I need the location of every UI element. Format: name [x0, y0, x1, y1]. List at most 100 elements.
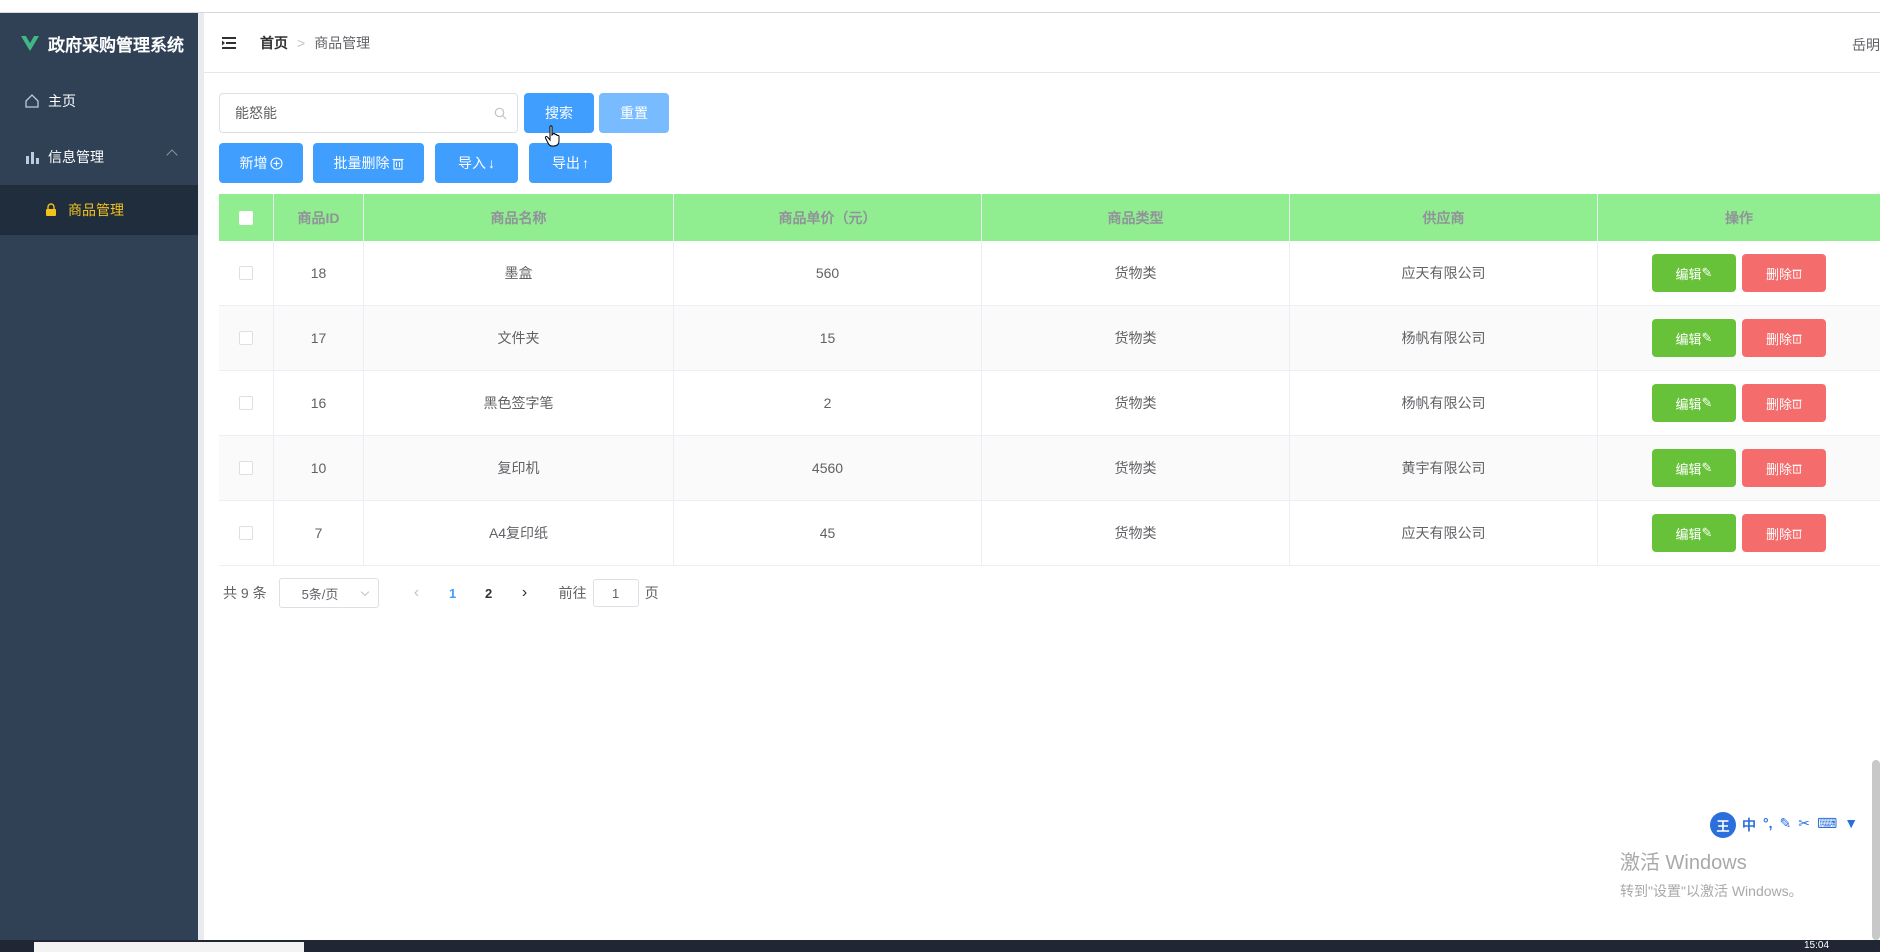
sidebar-item-product-management[interactable]: 商品管理 — [0, 185, 198, 235]
sidebar-item-label: 主页 — [48, 93, 76, 109]
windows-activation-watermark: 激活 Windows 转到"设置"以激活 Windows。 — [1620, 852, 1803, 899]
taskbar-search[interactable] — [34, 942, 304, 952]
app-brand[interactable]: 政府采购管理系统 — [0, 13, 198, 73]
chevron-up-icon — [166, 149, 178, 161]
row-checkbox[interactable] — [239, 266, 253, 280]
page-number[interactable]: 2 — [471, 586, 507, 601]
row-checkbox[interactable] — [239, 396, 253, 410]
ime-toolbar: 王 中 °, ✎ ✂ ⌨ ▼ — [1710, 810, 1880, 840]
shirt-icon[interactable]: ▼ — [1844, 815, 1858, 835]
delete-button[interactable]: 删除 — [1742, 319, 1826, 357]
trash-icon — [392, 158, 403, 170]
column-header: 商品类型 — [982, 194, 1290, 241]
taskbar-clock: 15:04 — [1804, 940, 1830, 951]
pagination: 共 9 条 5条/页 ‹ 1 2 › 前往 1 页 — [223, 578, 659, 608]
trash-icon — [1792, 269, 1802, 279]
hand-cursor-icon — [544, 125, 560, 147]
page-jumper: 前往 1 页 — [559, 579, 659, 607]
edit-button[interactable]: 编辑 ✎ — [1652, 514, 1736, 552]
prev-page-button[interactable]: ‹ — [399, 584, 435, 602]
arrow-down-icon: ↓ — [488, 155, 495, 171]
pencil-icon: ✎ — [1701, 460, 1713, 475]
cell-type: 货物类 — [982, 501, 1290, 565]
breadcrumb-separator: > — [297, 34, 306, 51]
breadcrumb-current: 商品管理 — [314, 34, 371, 51]
cell-id: 10 — [274, 436, 364, 500]
page-number[interactable]: 1 — [435, 586, 471, 601]
column-header: 商品名称 — [364, 194, 674, 241]
breadcrumb-home[interactable]: 首页 — [260, 33, 288, 53]
product-table: 商品ID 商品名称 商品单价（元） 商品类型 供应商 操作 18 墨盒 560 … — [219, 194, 1880, 566]
add-button[interactable]: 新增 — [219, 143, 303, 183]
edit-button[interactable]: 编辑 ✎ — [1652, 319, 1736, 357]
main-content: 能怒能 搜索 重置 新增 批量删除 导入 ↓ 导出 ↑ 商品ID 商品名称 商品… — [219, 73, 1880, 940]
pen-icon[interactable]: ✎ — [1780, 815, 1792, 835]
select-all-checkbox[interactable] — [239, 210, 253, 225]
ime-punctuation-toggle[interactable]: °, — [1763, 815, 1773, 835]
export-button[interactable]: 导出 ↑ — [529, 143, 612, 183]
trash-icon — [1792, 399, 1802, 409]
edit-button[interactable]: 编辑 ✎ — [1652, 254, 1736, 292]
browser-strip — [0, 0, 1880, 13]
row-checkbox[interactable] — [239, 331, 253, 345]
search-input[interactable]: 能怒能 — [219, 93, 518, 133]
table-row: 7 A4复印纸 45 货物类 应天有限公司 编辑 ✎ 删除 — [219, 501, 1880, 566]
ime-logo-icon[interactable]: 王 — [1710, 812, 1736, 838]
menu-fold-icon[interactable] — [222, 36, 236, 49]
cell-type: 货物类 — [982, 436, 1290, 500]
sidebar-item-info-management[interactable]: 信息管理 — [0, 129, 198, 185]
table-header: 商品ID 商品名称 商品单价（元） 商品类型 供应商 操作 — [219, 194, 1880, 241]
ime-mode-toggle[interactable]: 中 — [1742, 815, 1756, 835]
cell-id: 18 — [274, 241, 364, 305]
table-row: 16 黑色签字笔 2 货物类 杨帆有限公司 编辑 ✎ 删除 — [219, 371, 1880, 436]
cell-name: 文件夹 — [364, 306, 674, 370]
scrollbar[interactable] — [1872, 760, 1880, 940]
trash-icon — [1792, 464, 1802, 474]
row-checkbox[interactable] — [239, 526, 253, 540]
cell-type: 货物类 — [982, 371, 1290, 435]
cell-type: 货物类 — [982, 241, 1290, 305]
edit-button[interactable]: 编辑 ✎ — [1652, 449, 1736, 487]
cell-id: 16 — [274, 371, 364, 435]
page-jumper-input[interactable]: 1 — [592, 579, 639, 607]
batch-delete-button[interactable]: 批量删除 — [313, 143, 424, 183]
app-title: 政府采购管理系统 — [48, 35, 184, 55]
sidebar-item-home[interactable]: 主页 — [0, 73, 198, 129]
delete-button[interactable]: 删除 — [1742, 254, 1826, 292]
sidebar: 政府采购管理系统 主页 信息管理 商品管理 — [0, 13, 198, 940]
page-size-select[interactable]: 5条/页 — [278, 578, 379, 608]
edit-button[interactable]: 编辑 ✎ — [1652, 384, 1736, 422]
cell-supplier: 杨帆有限公司 — [1290, 306, 1598, 370]
cell-supplier: 应天有限公司 — [1290, 241, 1598, 305]
next-page-button[interactable]: › — [507, 584, 543, 602]
delete-button[interactable]: 删除 — [1742, 449, 1826, 487]
cell-price: 4560 — [674, 436, 982, 500]
search-input-value: 能怒能 — [235, 105, 277, 121]
delete-button[interactable]: 删除 — [1742, 384, 1826, 422]
cell-price: 45 — [674, 501, 982, 565]
table-row: 17 文件夹 15 货物类 杨帆有限公司 编辑 ✎ 删除 — [219, 306, 1880, 371]
user-name[interactable]: 岳明 — [1852, 35, 1880, 55]
home-icon — [25, 94, 39, 108]
column-header: 商品单价（元） — [674, 194, 982, 241]
keyboard-icon[interactable]: ⌨ — [1817, 815, 1837, 835]
vue-logo-icon — [21, 36, 39, 51]
search-icon — [494, 107, 507, 120]
plus-circle-icon — [269, 156, 283, 170]
row-checkbox[interactable] — [239, 461, 253, 475]
chevron-down-icon — [360, 587, 369, 597]
arrow-up-icon: ↑ — [582, 155, 589, 171]
delete-button[interactable]: 删除 — [1742, 514, 1826, 552]
cell-supplier: 应天有限公司 — [1290, 501, 1598, 565]
column-header: 供应商 — [1290, 194, 1598, 241]
import-button[interactable]: 导入 ↓ — [435, 143, 518, 183]
pencil-icon: ✎ — [1701, 525, 1713, 540]
cell-name: 复印机 — [364, 436, 674, 500]
lock-icon — [46, 203, 56, 216]
breadcrumb: 首页 > 商品管理 — [260, 33, 370, 53]
reset-button[interactable]: 重置 — [599, 93, 669, 133]
table-row: 18 墨盒 560 货物类 应天有限公司 编辑 ✎ 删除 — [219, 241, 1880, 306]
cell-name: 墨盒 — [364, 241, 674, 305]
column-header: 操作 — [1725, 209, 1753, 226]
scissors-icon[interactable]: ✂ — [1798, 815, 1810, 835]
